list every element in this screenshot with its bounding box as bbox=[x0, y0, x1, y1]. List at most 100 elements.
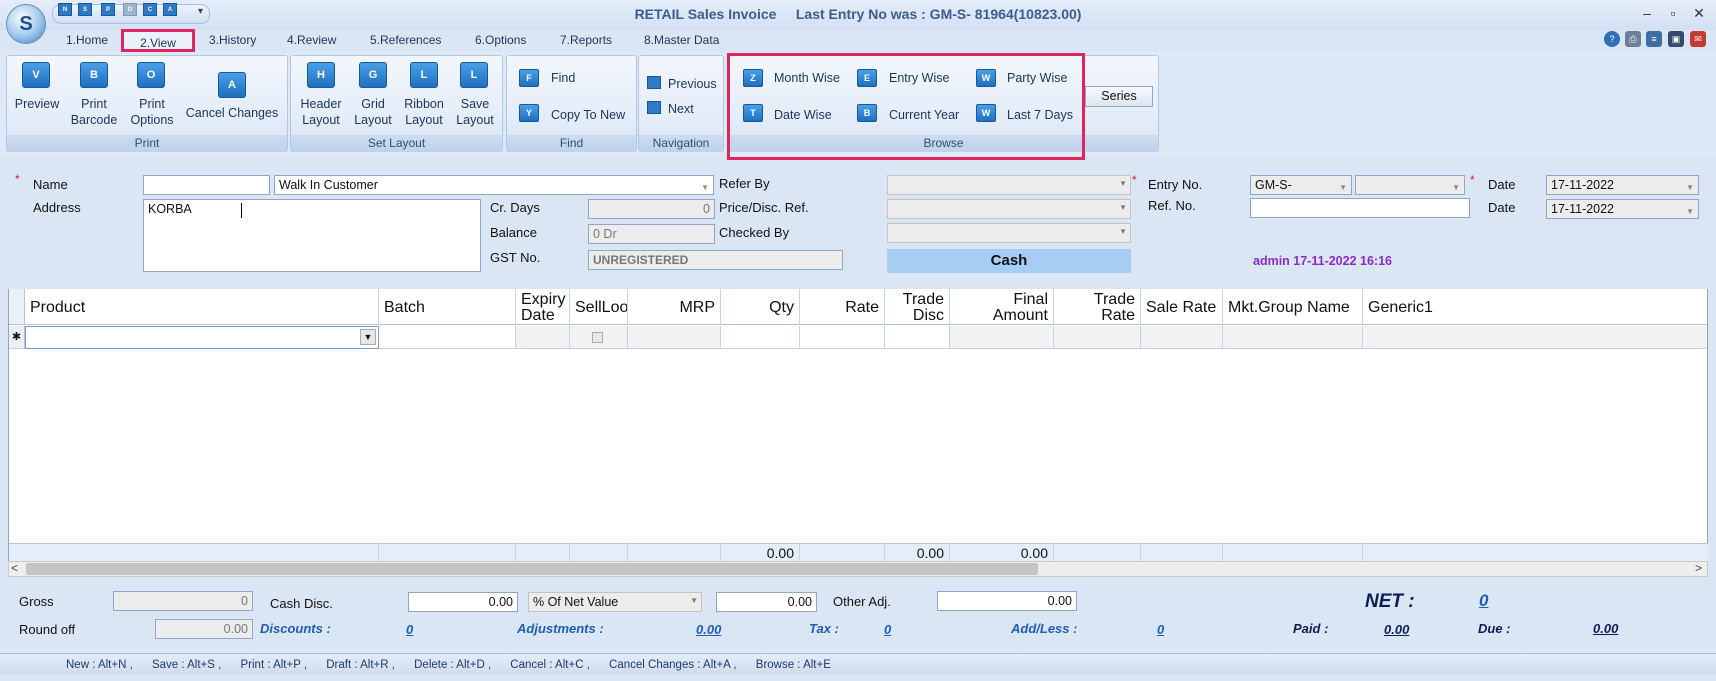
trade-rate-cell[interactable] bbox=[1054, 326, 1141, 349]
current-year-button[interactable]: Current Year bbox=[889, 108, 959, 122]
tab-reports[interactable]: 7.Reports bbox=[560, 33, 612, 47]
tab-options[interactable]: 6.Options bbox=[475, 33, 526, 47]
product-cell[interactable]: ▼ bbox=[25, 326, 379, 349]
sellloo-cell[interactable] bbox=[570, 326, 628, 349]
minimize-button[interactable]: ‒ bbox=[1637, 5, 1657, 21]
ribbon-layout-icon[interactable]: L bbox=[410, 62, 438, 88]
col-batch[interactable]: Batch bbox=[379, 289, 516, 325]
cancel-changes-icon[interactable]: A bbox=[218, 72, 246, 98]
product-dropdown-icon[interactable]: ▼ bbox=[360, 329, 376, 345]
customer-dropdown-icon[interactable]: ▼ bbox=[701, 180, 709, 195]
last-7-days-button[interactable]: Last 7 Days bbox=[1007, 108, 1073, 122]
next-icon[interactable] bbox=[647, 101, 661, 114]
party-wise-icon[interactable]: W bbox=[976, 69, 996, 87]
adjustments-value[interactable]: 0.00 bbox=[696, 622, 721, 637]
save-layout-icon[interactable]: L bbox=[460, 62, 488, 88]
round-off-value[interactable]: 0.00 bbox=[155, 619, 253, 639]
mkt-group-cell[interactable] bbox=[1223, 326, 1363, 349]
gst-input[interactable]: UNREGISTERED bbox=[588, 250, 843, 270]
other-adj-input[interactable]: 0.00 bbox=[937, 591, 1077, 611]
sellloo-checkbox[interactable] bbox=[592, 332, 603, 343]
app-logo-icon[interactable]: S bbox=[6, 4, 46, 44]
col-product[interactable]: Product bbox=[25, 289, 379, 325]
mrp-cell[interactable] bbox=[628, 326, 721, 349]
preview-icon[interactable]: V bbox=[22, 62, 50, 88]
grid-layout-button[interactable]: Grid Layout bbox=[348, 96, 398, 128]
qty-cell[interactable] bbox=[721, 326, 800, 349]
col-sale-rate[interactable]: Sale Rate bbox=[1141, 289, 1223, 325]
cr-days-input[interactable]: 0 bbox=[588, 199, 715, 219]
net-value[interactable]: 0 bbox=[1479, 591, 1488, 611]
col-qty[interactable]: Qty bbox=[721, 289, 800, 325]
tab-home[interactable]: 1.Home bbox=[66, 33, 108, 47]
tab-references[interactable]: 5.References bbox=[370, 33, 441, 47]
sale-rate-cell[interactable] bbox=[1141, 326, 1223, 349]
col-sellloo[interactable]: SellLoo bbox=[570, 289, 628, 325]
save-layout-button[interactable]: Save Layout bbox=[450, 96, 500, 128]
copy-to-new-icon[interactable]: Y bbox=[519, 104, 539, 122]
help-icon[interactable]: ? bbox=[1604, 31, 1620, 47]
print-barcode-icon[interactable]: B bbox=[80, 62, 108, 88]
refer-by-dropdown-icon[interactable]: ▼ bbox=[1119, 179, 1127, 188]
mail-icon[interactable]: ✉ bbox=[1690, 31, 1706, 47]
settings-icon[interactable]: ≡ bbox=[1646, 31, 1662, 47]
ref-no-input[interactable] bbox=[1250, 198, 1470, 218]
find-button[interactable]: Find bbox=[551, 71, 575, 85]
rate-cell[interactable] bbox=[800, 326, 885, 349]
paid-value[interactable]: 0.00 bbox=[1384, 622, 1409, 637]
party-wise-button[interactable]: Party Wise bbox=[1007, 71, 1067, 85]
copy-to-new-button[interactable]: Copy To New bbox=[551, 108, 625, 122]
calculator-icon[interactable]: ▣ bbox=[1668, 31, 1684, 47]
addless-value[interactable]: 0 bbox=[1157, 622, 1164, 637]
due-value[interactable]: 0.00 bbox=[1593, 621, 1618, 636]
batch-cell[interactable] bbox=[379, 326, 516, 349]
entry-no-combo[interactable]: ▼ bbox=[1355, 175, 1465, 195]
discounts-value[interactable]: 0 bbox=[406, 622, 413, 637]
series-button[interactable]: Series bbox=[1085, 86, 1153, 107]
header-layout-button[interactable]: Header Layout bbox=[295, 96, 347, 128]
date-picker-1[interactable]: 17-11-2022 ▼ bbox=[1546, 175, 1699, 195]
col-expiry-date[interactable]: Expiry Date bbox=[516, 289, 570, 325]
header-layout-icon[interactable]: H bbox=[307, 62, 335, 88]
entry-no-dropdown-icon[interactable]: ▼ bbox=[1452, 180, 1460, 195]
next-button[interactable]: Next bbox=[668, 102, 694, 116]
col-mrp[interactable]: MRP bbox=[628, 289, 721, 325]
find-icon[interactable]: F bbox=[519, 69, 539, 87]
print-setup-icon[interactable]: ⎙ bbox=[1625, 31, 1641, 47]
disc-type-dropdown-icon[interactable]: ▼ bbox=[690, 596, 698, 605]
entry-prefix-dropdown-icon[interactable]: ▼ bbox=[1339, 180, 1347, 195]
tab-review[interactable]: 4.Review bbox=[287, 33, 336, 47]
cash-disc-input[interactable]: 0.00 bbox=[408, 592, 518, 612]
date-wise-icon[interactable]: T bbox=[743, 104, 763, 122]
name-code-input[interactable] bbox=[143, 175, 270, 195]
tab-history[interactable]: 3.History bbox=[209, 33, 256, 47]
close-button[interactable]: ✕ bbox=[1689, 5, 1709, 22]
previous-icon[interactable] bbox=[647, 76, 661, 89]
disc-type-select[interactable]: % Of Net Value ▼ bbox=[528, 592, 702, 612]
grid-layout-icon[interactable]: G bbox=[359, 62, 387, 88]
checked-by-combo[interactable]: ▼ bbox=[887, 223, 1131, 243]
scroll-left-icon[interactable]: < bbox=[11, 561, 18, 575]
tab-view[interactable]: 2.View bbox=[121, 29, 195, 52]
current-year-icon[interactable]: B bbox=[857, 104, 877, 122]
price-disc-ref-dropdown-icon[interactable]: ▼ bbox=[1119, 203, 1127, 212]
month-wise-icon[interactable]: Z bbox=[743, 69, 763, 87]
month-wise-button[interactable]: Month Wise bbox=[774, 71, 840, 85]
generic1-cell[interactable] bbox=[1363, 326, 1707, 349]
customer-combo[interactable]: Walk In Customer ▼ bbox=[274, 175, 714, 195]
col-rate[interactable]: Rate bbox=[800, 289, 885, 325]
last-7-days-icon[interactable]: W bbox=[976, 104, 996, 122]
balance-input[interactable]: 0 Dr bbox=[588, 224, 715, 244]
checked-by-dropdown-icon[interactable]: ▼ bbox=[1119, 227, 1127, 236]
cancel-changes-button[interactable]: Cancel Changes bbox=[184, 105, 280, 121]
preview-button[interactable]: Preview bbox=[11, 96, 63, 112]
ribbon-layout-button[interactable]: Ribbon Layout bbox=[398, 96, 450, 128]
print-barcode-button[interactable]: Print Barcode bbox=[66, 96, 122, 128]
date-1-dropdown-icon[interactable]: ▼ bbox=[1686, 180, 1694, 195]
col-generic1[interactable]: Generic1 bbox=[1363, 289, 1707, 325]
disc-amount-input[interactable]: 0.00 bbox=[716, 592, 817, 612]
maximize-button[interactable]: ▫ bbox=[1663, 5, 1683, 21]
col-trade-rate[interactable]: Trade Rate bbox=[1054, 289, 1141, 325]
print-options-icon[interactable]: O bbox=[137, 62, 165, 88]
entry-wise-button[interactable]: Entry Wise bbox=[889, 71, 949, 85]
